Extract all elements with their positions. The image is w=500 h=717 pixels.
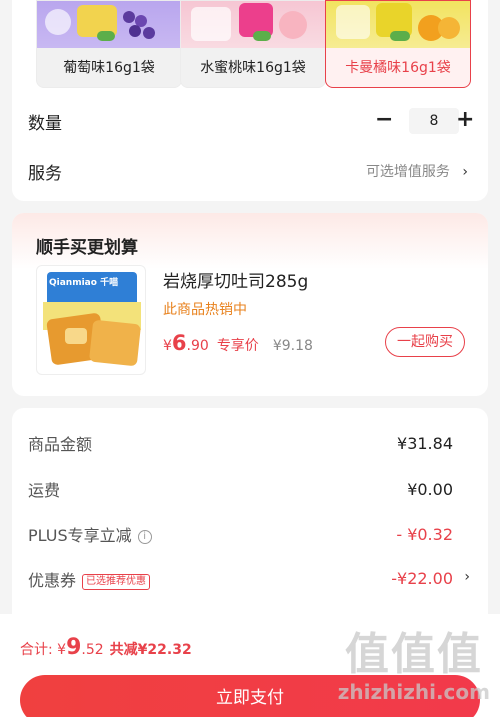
total-integer: 9	[66, 635, 82, 660]
chevron-right-icon: ›	[462, 164, 468, 180]
flavor-option-grape[interactable]: 葡萄味16g1袋	[36, 0, 182, 88]
flavor-label: 水蜜桃味16g1袋	[200, 60, 306, 76]
grape-flavor-image	[37, 1, 181, 48]
info-icon[interactable]: i	[137, 530, 152, 544]
plus-discount-value: - ¥0.32	[396, 525, 453, 544]
calamansi-flavor-image	[326, 1, 470, 48]
original-price: ¥9.18	[272, 338, 313, 354]
service-selector[interactable]: 可选增值服务 ›	[366, 161, 468, 181]
shipping-value: ¥0.00	[407, 480, 453, 499]
flavor-label: 葡萄味16g1袋	[63, 60, 155, 76]
product-options-card: 葡萄味16g1袋 水蜜桃味16g1袋 卡曼橘味16g1袋 数量 − 8 + 服务…	[12, 0, 488, 201]
bundle-offer-card: 顺手买更划算 Qianmiao 千喵 岩烧厚切吐司285g 此商品热销中 ¥6.…	[12, 213, 488, 396]
quantity-increase-button[interactable]: +	[456, 108, 474, 132]
checkout-bar: 合计: ¥9.52 共减¥22.32 立即支付	[0, 614, 500, 717]
total-savings: 共减¥22.32	[109, 642, 192, 658]
currency-symbol: ¥	[163, 338, 172, 354]
bundle-title: 顺手买更划算	[36, 238, 138, 258]
pay-now-button[interactable]: 立即支付	[20, 675, 480, 717]
quantity-input[interactable]: 8	[409, 108, 459, 134]
bundle-product-name[interactable]: 岩烧厚切吐司285g	[163, 267, 308, 292]
goods-amount-label: 商品金额	[28, 435, 93, 454]
bundle-price: ¥6.90 专享价 ¥9.18	[163, 331, 313, 355]
flavor-option-peach[interactable]: 水蜜桃味16g1袋	[180, 0, 326, 88]
chevron-right-icon[interactable]: ›	[464, 569, 470, 585]
price-integer: 6	[171, 331, 187, 355]
service-value: 可选增值服务	[365, 164, 450, 180]
brand-text: Qianmiao 千喵	[49, 278, 119, 288]
coupon-label: 优惠券	[28, 571, 77, 590]
quantity-decrease-button[interactable]: −	[375, 108, 393, 132]
currency-symbol: ¥	[57, 642, 67, 658]
service-label: 服务	[28, 164, 62, 184]
toast-product-image[interactable]: Qianmiao 千喵	[36, 265, 146, 375]
total-label: 合计:	[20, 642, 58, 658]
exclusive-price-tag: 专享价	[216, 338, 259, 354]
goods-amount-value: ¥31.84	[397, 434, 453, 453]
peach-flavor-image	[181, 1, 325, 48]
plus-discount-row: PLUS专享立减 i	[28, 522, 152, 546]
total-decimal: .52	[81, 642, 104, 658]
total-price: 合计: ¥9.52 共减¥22.32	[20, 635, 192, 660]
plus-discount-label: PLUS专享立减	[28, 526, 132, 545]
flavor-option-calamansi[interactable]: 卡曼橘味16g1袋	[325, 0, 471, 88]
quantity-label: 数量	[28, 114, 62, 134]
shipping-label: 运费	[28, 481, 61, 500]
flavor-label: 卡曼橘味16g1袋	[345, 60, 451, 76]
buy-together-button[interactable]: 一起购买	[385, 327, 465, 357]
price-decimal: .90	[186, 338, 209, 354]
hot-sale-text: 此商品热销中	[163, 302, 247, 318]
coupon-row[interactable]: 优惠券 已选推荐优惠	[28, 567, 151, 591]
order-summary-card: 商品金额 ¥31.84 运费 ¥0.00 PLUS专享立减 i - ¥0.32 优…	[12, 408, 488, 648]
coupon-value[interactable]: -¥22.00	[391, 569, 453, 588]
coupon-tag: 已选推荐优惠	[82, 574, 151, 590]
